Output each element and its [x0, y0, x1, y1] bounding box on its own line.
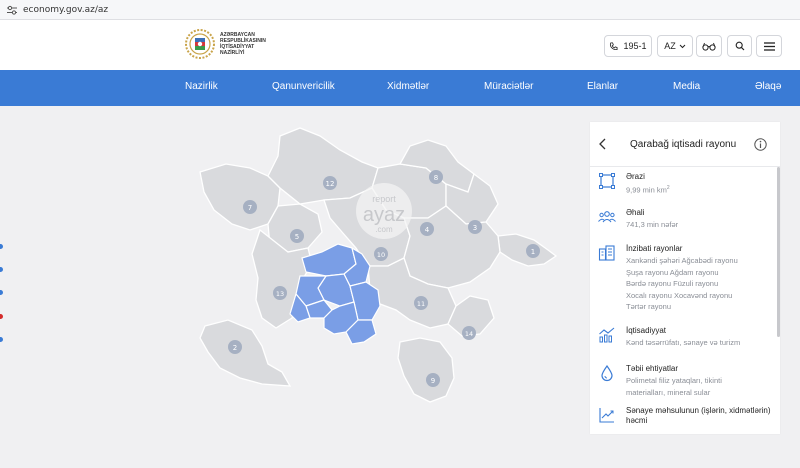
svg-text:10: 10: [377, 251, 385, 259]
svg-text:report: report: [372, 194, 396, 204]
region-marker-11[interactable]: 11: [414, 296, 428, 310]
region-marker-14[interactable]: 14: [462, 326, 476, 340]
region-marker-12[interactable]: 12: [323, 176, 337, 190]
svg-text:9: 9: [431, 377, 435, 385]
info-value-line: Tərtər rayonu: [626, 302, 672, 311]
info-icon[interactable]: [754, 138, 767, 151]
info-title: İqtisadiyyat: [626, 326, 667, 335]
nav-item-qanunvericilik[interactable]: Qanunvericilik: [272, 81, 335, 92]
info-value: 9,99 min km2: [626, 185, 670, 195]
info-value-line: materialları, mineral sular: [626, 387, 711, 397]
info-title: Sənaye məhsulunun (işlərin, xidmətlərin)…: [626, 406, 771, 425]
nav-item-elanlar[interactable]: Elanlar: [587, 81, 618, 92]
language-label: AZ: [664, 41, 676, 51]
chevron-left-icon[interactable]: [598, 138, 608, 150]
svg-text:8: 8: [434, 174, 438, 182]
svg-text:3: 3: [473, 224, 477, 232]
region-marker-7[interactable]: 7: [243, 200, 257, 214]
people-icon: [598, 211, 616, 223]
language-select[interactable]: AZ: [657, 35, 693, 57]
svg-text:7: 7: [248, 204, 252, 212]
info-item-population: Əhali 741,3 min nəfər: [598, 208, 774, 238]
svg-text:.com: .com: [375, 225, 393, 234]
svg-text:12: 12: [326, 180, 335, 188]
svg-text:2: 2: [233, 344, 237, 352]
watermark-logo: report ayaz .com: [356, 183, 412, 239]
region-marker-2[interactable]: 2: [228, 340, 242, 354]
region-marker-4[interactable]: 4: [420, 222, 434, 236]
hotline-label: 195-1: [623, 41, 647, 51]
info-title: Əhali: [626, 208, 645, 217]
logo-text: AZƏRBAYCAN RESPUBLİKASININ İQTİSADİYYAT …: [220, 32, 266, 56]
info-value: Kənd təsərrüfatı, sənaye və turizm: [626, 338, 741, 347]
info-item-industrial-output: Sənaye məhsulunun (işlərin, xidmətlərin)…: [598, 406, 774, 434]
browser-url-bar[interactable]: economy.gov.az/az: [0, 0, 800, 20]
region-marker-13[interactable]: 13: [273, 286, 287, 300]
region-lankaran-astara: [397, 337, 455, 403]
svg-text:14: 14: [465, 330, 473, 338]
region-marker-9[interactable]: 9: [426, 373, 440, 387]
emblem-icon: [185, 29, 215, 59]
hamburger-icon: [763, 41, 775, 51]
nav-item-media[interactable]: Media: [673, 81, 700, 92]
info-title: Ərazi: [626, 172, 645, 181]
site-settings-icon[interactable]: [6, 4, 18, 16]
info-value-line: Şuşa rayonu Ağdam rayonu: [626, 267, 719, 277]
ministry-logo[interactable]: AZƏRBAYCAN RESPUBLİKASININ İQTİSADİYYAT …: [184, 28, 290, 60]
nav-item-xidmetler[interactable]: Xidmətlər: [387, 81, 429, 92]
region-marker-3[interactable]: 3: [468, 220, 482, 234]
region-marker-1[interactable]: 1: [526, 244, 540, 258]
url-text[interactable]: economy.gov.az/az: [23, 5, 108, 15]
economic-regions-section: 12 8 7 5 4 3 1 10 13 11 14 2 9 report ay…: [0, 106, 800, 468]
glasses-icon: [702, 42, 716, 51]
info-value: 741,3 min nəfər: [626, 220, 679, 229]
search-button[interactable]: [727, 35, 752, 57]
nav-item-elaqe[interactable]: Əlaqə: [755, 81, 781, 92]
water-drop-icon: [601, 364, 613, 382]
info-item-area: Ərazi 9,99 min km2: [598, 172, 774, 202]
region-nakhchivan: [199, 319, 292, 387]
region-gazakh-tovuz: [199, 163, 281, 231]
phone-icon: [610, 41, 618, 50]
map-base-regions: [199, 127, 558, 403]
info-item-natural-resources: Təbii ehtiyatlar Polimetal filiz yataqla…: [598, 364, 774, 402]
nav-item-muracietler[interactable]: Müraciətlər: [484, 81, 533, 92]
search-icon: [735, 41, 744, 51]
svg-text:1: 1: [531, 248, 535, 256]
panel-header: Qarabağ iqtisadi rayonu: [590, 122, 780, 167]
info-value-line: Bərdə rayonu Füzuli rayonu: [626, 279, 719, 288]
main-navigation: Nazirlik Qanunvericilik Xidmətlər Müraci…: [0, 70, 800, 106]
site-header: AZƏRBAYCAN RESPUBLİKASININ İQTİSADİYYAT …: [0, 20, 800, 70]
info-value-line: Xankəndi şəhəri Ağcabədi rayonu: [626, 256, 738, 265]
info-item-economy: İqtisadiyyat Kənd təsərrüfatı, sənaye və…: [598, 326, 774, 354]
hotline-button[interactable]: 195-1: [604, 35, 652, 57]
info-value-line: Xocalı rayonu Xocavənd rayonu: [626, 290, 733, 300]
region-marker-10[interactable]: 10: [374, 247, 388, 261]
buildings-icon: [598, 245, 615, 261]
svg-text:13: 13: [276, 290, 284, 298]
svg-text:4: 4: [425, 226, 430, 234]
region-info-panel: Qarabağ iqtisadi rayonu Ərazi 9,99 min k…: [590, 122, 780, 434]
panel-title: Qarabağ iqtisadi rayonu: [630, 139, 737, 150]
economy-chart-icon: [599, 327, 615, 343]
info-item-districts: İnzibati rayonlar Xankəndi şəhəri Ağcabə…: [598, 244, 774, 324]
svg-text:11: 11: [417, 300, 425, 308]
region-marker-8[interactable]: 8: [429, 170, 443, 184]
chevron-down-icon: [679, 44, 686, 48]
trend-chart-icon: [599, 408, 614, 423]
accessibility-button[interactable]: [696, 35, 722, 57]
region-marker-5[interactable]: 5: [290, 229, 304, 243]
area-icon: [599, 173, 615, 189]
svg-text:5: 5: [295, 233, 299, 241]
menu-button[interactable]: [756, 35, 782, 57]
info-value-line: Polimetal filiz yataqları, tikinti: [626, 376, 722, 385]
nav-item-nazirlik[interactable]: Nazirlik: [185, 81, 218, 92]
panel-scrollbar[interactable]: [777, 167, 780, 337]
info-title: Təbii ehtiyatlar: [626, 364, 679, 373]
info-title: İnzibati rayonlar: [626, 244, 683, 253]
svg-text:ayaz: ayaz: [363, 204, 405, 226]
